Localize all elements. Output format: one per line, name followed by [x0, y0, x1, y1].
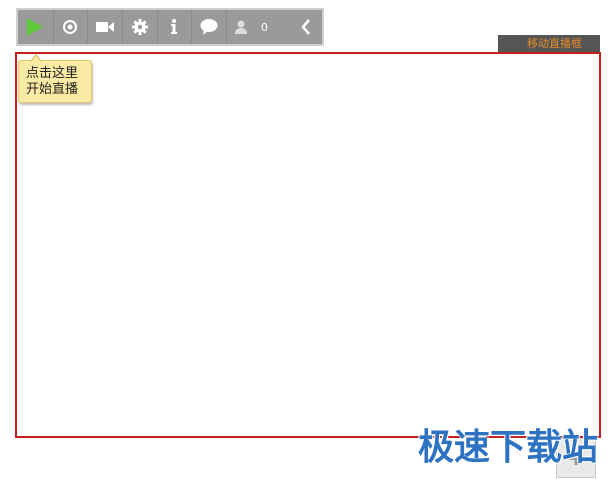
info-button[interactable] — [158, 10, 193, 44]
play-icon — [27, 18, 44, 36]
live-toolbar: 0 — [16, 8, 324, 46]
info-icon — [171, 19, 178, 34]
record-button[interactable] — [54, 10, 89, 44]
camera-icon — [96, 22, 115, 32]
chevron-left-icon — [301, 19, 311, 35]
collapse-toolbar-button[interactable] — [290, 10, 322, 44]
camera-button[interactable] — [88, 10, 123, 44]
viewer-count-value: 0 — [260, 20, 268, 34]
viewer-count: 0 — [227, 10, 290, 44]
chat-icon — [200, 19, 218, 35]
move-live-frame-handle[interactable]: 移动直播框 — [498, 35, 600, 52]
settings-button[interactable] — [123, 10, 158, 44]
user-icon — [234, 20, 247, 34]
gear-icon — [131, 19, 148, 35]
watermark-text: 极速下载站 — [418, 427, 599, 468]
play-button[interactable] — [18, 10, 54, 44]
live-capture-frame[interactable] — [15, 52, 601, 438]
record-icon — [63, 20, 78, 34]
chat-button[interactable] — [192, 10, 227, 44]
toolbar-inner: 0 — [18, 10, 322, 44]
